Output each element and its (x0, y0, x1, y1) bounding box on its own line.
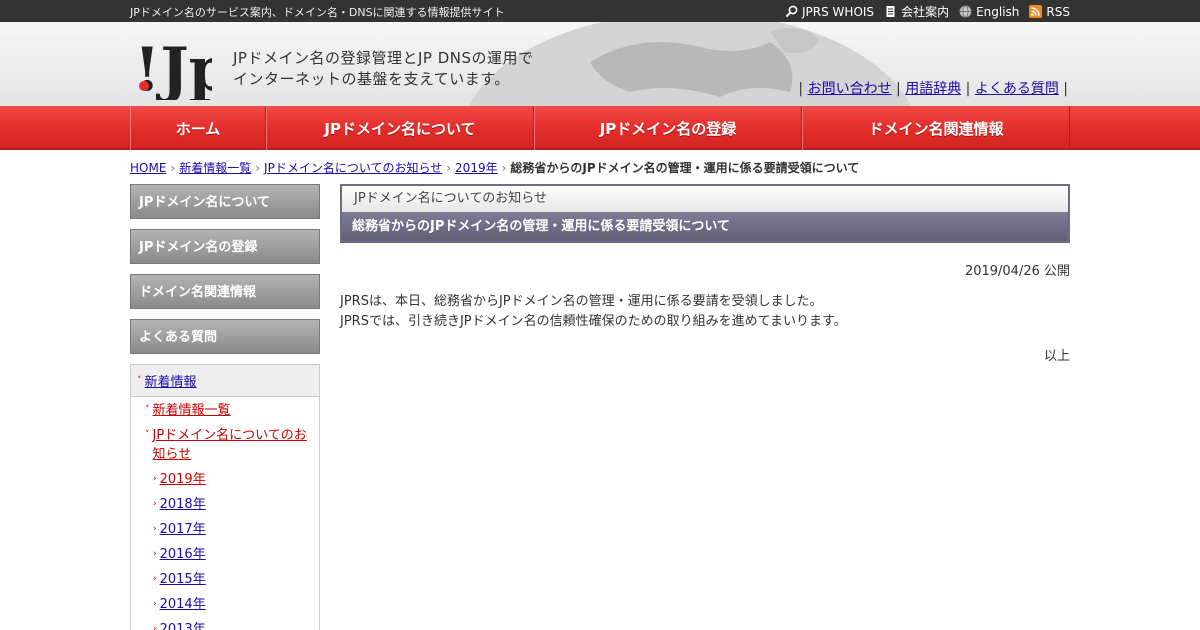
article-header: JPドメイン名についてのお知らせ 総務省からのJPドメイン名の管理・運用に係る要… (340, 184, 1070, 243)
header-catchphrase: JPドメイン名の登録管理とJP DNSの運用で インターネットの基盤を支えていま… (233, 48, 534, 90)
article-category: JPドメイン名についてのお知らせ (342, 186, 1068, 212)
search-icon (785, 5, 798, 18)
english-link-label: English (976, 4, 1020, 19)
rss-icon (1029, 5, 1043, 18)
header-links: | お問い合わせ | 用語辞典 | よくある質問 | (798, 81, 1068, 97)
publish-date: 2019/04/26 公開 (964, 264, 1070, 279)
nav-home[interactable]: ホーム (130, 106, 266, 150)
breadcrumb-home[interactable]: HOME (130, 161, 166, 175)
chevron-right-icon: › (153, 599, 157, 609)
catch-line-1: JPドメイン名の登録管理とJP DNSの運用で (233, 49, 534, 67)
chevron-down-icon: ˅ (137, 375, 142, 386)
chevron-right-icon: › (153, 574, 157, 584)
breadcrumb-year[interactable]: 2019年 (455, 159, 498, 176)
list-item: ˅ 新着情報一覧 (145, 401, 319, 420)
document-icon (886, 6, 895, 17)
news-list-link[interactable]: 新着情報一覧 (153, 401, 231, 420)
chevron-right-icon: › (153, 524, 157, 534)
list-item: › 2016年 (153, 545, 319, 564)
chevron-down-icon: ˅ (145, 430, 150, 440)
year-link-2019[interactable]: 2019年 (160, 470, 206, 489)
year-link-2018[interactable]: 2018年 (160, 495, 206, 514)
year-link-2014[interactable]: 2014年 (160, 595, 206, 614)
chevron-right-icon: › (446, 160, 452, 175)
whois-link[interactable]: JPRS WHOIS (785, 3, 874, 20)
glossary-link[interactable]: 用語辞典 (905, 81, 961, 97)
article-paragraph-1: JPRSは、本日、総務省からJPドメイン名の管理・運用に係る要請を受領しました。 (340, 294, 823, 309)
list-item: › 2019年 (153, 470, 319, 489)
globe-icon (959, 5, 972, 18)
global-nav: ホーム JPドメイン名について JPドメイン名の登録 ドメイン名関連情報 (0, 106, 1200, 150)
company-link[interactable]: 会社案内 (884, 3, 949, 20)
catch-line-2: インターネットの基盤を支えています。 (233, 70, 510, 88)
side-about-jp[interactable]: JPドメイン名について (130, 184, 320, 219)
breadcrumb-current: 総務省からのJPドメイン名の管理・運用に係る要請受領について (510, 161, 860, 175)
chevron-right-icon: › (153, 499, 157, 509)
side-domain-info[interactable]: ドメイン名関連情報 (130, 274, 320, 309)
jprs-logo: !Jp (134, 35, 212, 100)
news-submenu: ˅ 新着情報 ˅ 新着情報一覧 ˅ JPドメイン名についてのお知らせ › 2019… (130, 364, 320, 630)
whois-link-label: JPRS WHOIS (802, 4, 875, 19)
sidebar: JPドメイン名について JPドメイン名の登録 ドメイン名関連情報 よくある質問 … (130, 184, 320, 630)
year-link-2016[interactable]: 2016年 (160, 545, 206, 564)
faq-link[interactable]: よくある質問 (975, 81, 1059, 97)
company-link-label: 会社案内 (901, 5, 950, 19)
side-register-jp[interactable]: JPドメイン名の登録 (130, 229, 320, 264)
chevron-right-icon: › (153, 474, 157, 484)
site-header: !Jp JPドメイン名の登録管理とJP DNSの運用で インターネットの基盤を支… (0, 22, 1200, 106)
breadcrumb-jp-notices[interactable]: JPドメイン名についてのお知らせ (264, 159, 442, 176)
year-link-2017[interactable]: 2017年 (160, 520, 206, 539)
site-tagline: JPドメイン名のサービス案内、ドメイン名・DNSに関連する情報提供サイト (130, 6, 505, 19)
chevron-right-icon: › (153, 549, 157, 559)
list-item: › 2017年 (153, 520, 319, 539)
rss-link[interactable]: RSS (1029, 3, 1070, 20)
top-bar: JPドメイン名のサービス案内、ドメイン名・DNSに関連する情報提供サイト JPR… (0, 0, 1200, 22)
breadcrumb-news-list[interactable]: 新着情報一覧 (179, 159, 251, 176)
year-link-2013[interactable]: 2013年 (160, 620, 206, 630)
year-link-2015[interactable]: 2015年 (160, 570, 206, 589)
list-item: › 2013年 (153, 620, 319, 630)
article-title: 総務省からのJPドメイン名の管理・運用に係る要請受領について (342, 212, 1068, 241)
chevron-right-icon: › (501, 160, 507, 175)
chevron-right-icon: › (255, 160, 261, 175)
list-item: ˅ JPドメイン名についてのお知らせ (145, 426, 319, 464)
side-faq[interactable]: よくある質問 (130, 319, 320, 354)
chevron-down-icon: ˅ (145, 405, 150, 415)
rss-link-label: RSS (1046, 4, 1070, 19)
utility-links: JPRS WHOIS 会社案内 English RSS (785, 3, 1070, 20)
chevron-right-icon: › (153, 624, 157, 630)
article-body: JPRSは、本日、総務省からJPドメイン名の管理・運用に係る要請を受領しました。… (340, 292, 847, 332)
list-item: › 2018年 (153, 495, 319, 514)
list-item: › 2014年 (153, 595, 319, 614)
nav-domain-info[interactable]: ドメイン名関連情報 (802, 106, 1070, 150)
nav-about-jp[interactable]: JPドメイン名について (266, 106, 534, 150)
english-link[interactable]: English (959, 3, 1019, 20)
article-closing: 以上 (1043, 349, 1070, 364)
main-content: JPドメイン名についてのお知らせ 総務省からのJPドメイン名の管理・運用に係る要… (340, 184, 1070, 364)
chevron-right-icon: › (170, 160, 176, 175)
news-link[interactable]: 新着情報 (145, 371, 197, 390)
news-submenu-header: ˅ 新着情報 (131, 365, 319, 397)
list-item: › 2015年 (153, 570, 319, 589)
breadcrumb: HOME › 新着情報一覧 › JPドメイン名についてのお知らせ › 2019年… (130, 159, 859, 176)
contact-link[interactable]: お問い合わせ (808, 81, 892, 97)
article-paragraph-2: JPRSでは、引き続きJPドメイン名の信頼性確保のための取り組みを進めてまいりま… (340, 314, 847, 329)
jp-notices-link[interactable]: JPドメイン名についてのお知らせ (153, 426, 320, 464)
nav-register-jp[interactable]: JPドメイン名の登録 (534, 106, 802, 150)
